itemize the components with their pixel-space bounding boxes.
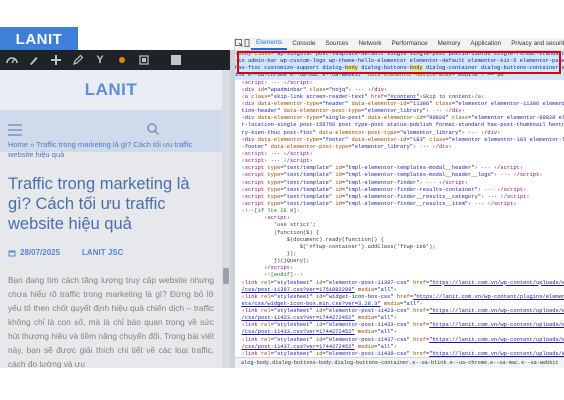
inspect-element-icon[interactable] [235, 39, 243, 49]
dom-text: $('#ftwp-container').addClass('ftwp-ie9'… [235, 243, 436, 250]
devtools-dom-breadcrumb[interactable]: alog-body.dialog-buttons-body.dialog-but… [235, 357, 564, 368]
dom-node[interactable]: ‹div id="wpadminbar" class="nojq"› ··· ‹… [235, 87, 564, 94]
dom-node[interactable]: ‹script type="text/template" id="tmpl-el… [235, 172, 564, 179]
user-account-icon[interactable] [170, 54, 182, 66]
tab-sources[interactable]: Sources [320, 38, 353, 50]
scrollbar-thumb[interactable] [223, 268, 229, 284]
dom-node[interactable]: ‹script› [235, 215, 564, 222]
dom-node[interactable]: ‹script type="text/template" id="tmpl-el… [235, 201, 564, 208]
dom-node[interactable]: /css/post-11423.css?ver=1744272452" medi… [235, 315, 564, 322]
brand-logo[interactable]: LANIT [0, 27, 78, 51]
tab-network[interactable]: Network [353, 38, 386, 50]
dom-text: }); [235, 250, 297, 257]
dom-node[interactable]: ‹div data-elementor-type="single-post" d… [235, 115, 564, 122]
breadcrumb: Home » Traffic trong marketing là gì? Cá… [8, 140, 214, 160]
site-header: LANIT [0, 70, 222, 110]
dom-text: $(document).ready(function() { [235, 236, 384, 243]
tab-memory[interactable]: Memory [433, 38, 466, 50]
dom-text: 'use strict'; [235, 222, 316, 229]
dom-node[interactable]: -footer" data-elementor-post-type="eleme… [235, 144, 564, 151]
dom-node-body-cont[interactable]: -in admin-bar wp-custom-logo wp-theme-he… [235, 58, 564, 66]
viewport-scrollbar[interactable] [222, 70, 230, 368]
device-toolbar-icon[interactable] [243, 39, 251, 49]
dom-node[interactable]: ‹script type="text/template" id="tmpl-el… [235, 165, 564, 172]
dom-comment[interactable]: ‹![endif]--› [235, 272, 564, 279]
dom-node[interactable]: /css/post-11433.css?ver=1744272452" medi… [235, 329, 564, 336]
dom-node[interactable]: ‹link rel="stylesheet" id="widget-icon-b… [235, 294, 564, 301]
yoast-seo-icon[interactable]: Y [94, 54, 106, 66]
dom-node-body[interactable]: ‹body class="wp-singular post-template-d… [235, 51, 564, 59]
tab-console[interactable]: Console [287, 38, 320, 50]
dashboard-icon[interactable] [6, 54, 18, 66]
dom-node-body-cont[interactable]: has-ftoc customize-support dialog-body d… [235, 65, 564, 73]
page-cache-icon[interactable] [138, 54, 150, 66]
dom-node[interactable]: ‹link rel="stylesheet" id="elementor-pos… [235, 322, 564, 329]
hamburger-menu-icon[interactable] [8, 124, 22, 136]
article: Home » Traffic trong marketing là gì? Cá… [8, 140, 214, 368]
breadcrumb-separator: » [30, 140, 35, 149]
brand-logo-text: LANIT [15, 30, 63, 48]
dom-text: (function($) { [235, 229, 320, 236]
dom-tree[interactable]: ‹body class="wp-singular post-template-d… [235, 51, 564, 357]
tab-privacy-security[interactable]: Privacy and security [506, 38, 564, 50]
tab-application[interactable]: Application [465, 38, 506, 50]
devtools-tab-bar: Elements Console Sources Network Perform… [235, 38, 564, 51]
paint-brush-icon[interactable] [28, 54, 40, 66]
dom-node[interactable]: ‹/script› [235, 265, 564, 272]
article-title: Traffic trong marketing là gì? Cách tối … [8, 175, 190, 233]
dom-node[interactable]: ‹script type="text/template" id="tmpl-el… [235, 180, 564, 187]
dom-node[interactable]: ‹link rel="stylesheet" id="elementor-pos… [235, 280, 564, 287]
article-author[interactable]: LANIT JSC [82, 248, 123, 257]
dom-node-body-cont[interactable]: ink e--ua-chrome e--ua-mac e--ua-webkit"… [235, 72, 564, 80]
article-body: Bạn đang tìm cách tăng lượng truy cập we… [8, 275, 214, 368]
dom-node[interactable]: r-location-single post-156756 post type-… [235, 122, 564, 129]
search-icon[interactable] [146, 122, 160, 136]
dom-text: })(jQuery); [235, 258, 310, 265]
add-new-icon[interactable] [50, 54, 62, 66]
devtools-panel: Elements Console Sources Network Perform… [234, 38, 564, 368]
article-meta: 28/07/2025 LANIT JSC [8, 248, 214, 257]
article-date: 28/07/2025 [20, 248, 61, 257]
website-viewport: Y LANIT Home » Traffic trong marketing l… [0, 50, 230, 368]
dom-node[interactable]: ‹link rel="stylesheet" id="elementor-pos… [235, 308, 564, 315]
dom-node[interactable]: ‹a class="skip-link screen-reader-text" … [235, 94, 564, 101]
dom-node[interactable]: ‹script type="text/template" id="tmpl-el… [235, 187, 564, 194]
dom-node[interactable]: ets/css/widget-icon-box.min.css?ver=3.28… [235, 301, 564, 308]
dom-comment[interactable]: ‹!--[if lte IE 9]› [235, 208, 564, 215]
breadcrumb-current[interactable]: Traffic trong marketing là gì? Cách tối … [8, 140, 192, 159]
calendar-icon [8, 249, 16, 257]
dom-node[interactable]: ‹script› ··· ‹/script› [235, 80, 564, 87]
dom-node[interactable]: ‹div data-elementor-type="footer" data-e… [235, 137, 564, 144]
status-dot-icon [116, 54, 128, 66]
dom-node[interactable]: ‹link rel="stylesheet" id="elementor-pos… [235, 337, 564, 344]
dom-node[interactable]: ‹script type="text/template" id="tmpl-el… [235, 194, 564, 201]
dom-node[interactable]: ‹script› ··· ‹/script› [235, 151, 564, 158]
dom-node[interactable]: ry-kien-thuc post-ftoc" data-elementor-p… [235, 130, 564, 137]
tab-elements[interactable]: Elements [251, 38, 288, 50]
tab-performance[interactable]: Performance [387, 38, 433, 50]
dom-node[interactable]: ‹div data-elementor-type="header" data-e… [235, 101, 564, 108]
dom-node[interactable]: /css/post-11397.css?ver=1751892299" medi… [235, 287, 564, 294]
breadcrumb-home-link[interactable]: Home [8, 140, 28, 149]
site-logo[interactable]: LANIT [85, 80, 138, 100]
wp-admin-toolbar: Y [0, 50, 230, 70]
dom-node[interactable]: /css/post-11437.css?ver=1744272452" medi… [235, 344, 564, 351]
edit-pencil-icon[interactable] [72, 54, 84, 66]
dom-node[interactable]: tion-header" data-elementor-post-type="e… [235, 108, 564, 115]
bottom-whitespace [0, 368, 564, 400]
dom-node[interactable]: ‹script› ··· ‹/script› [235, 158, 564, 165]
